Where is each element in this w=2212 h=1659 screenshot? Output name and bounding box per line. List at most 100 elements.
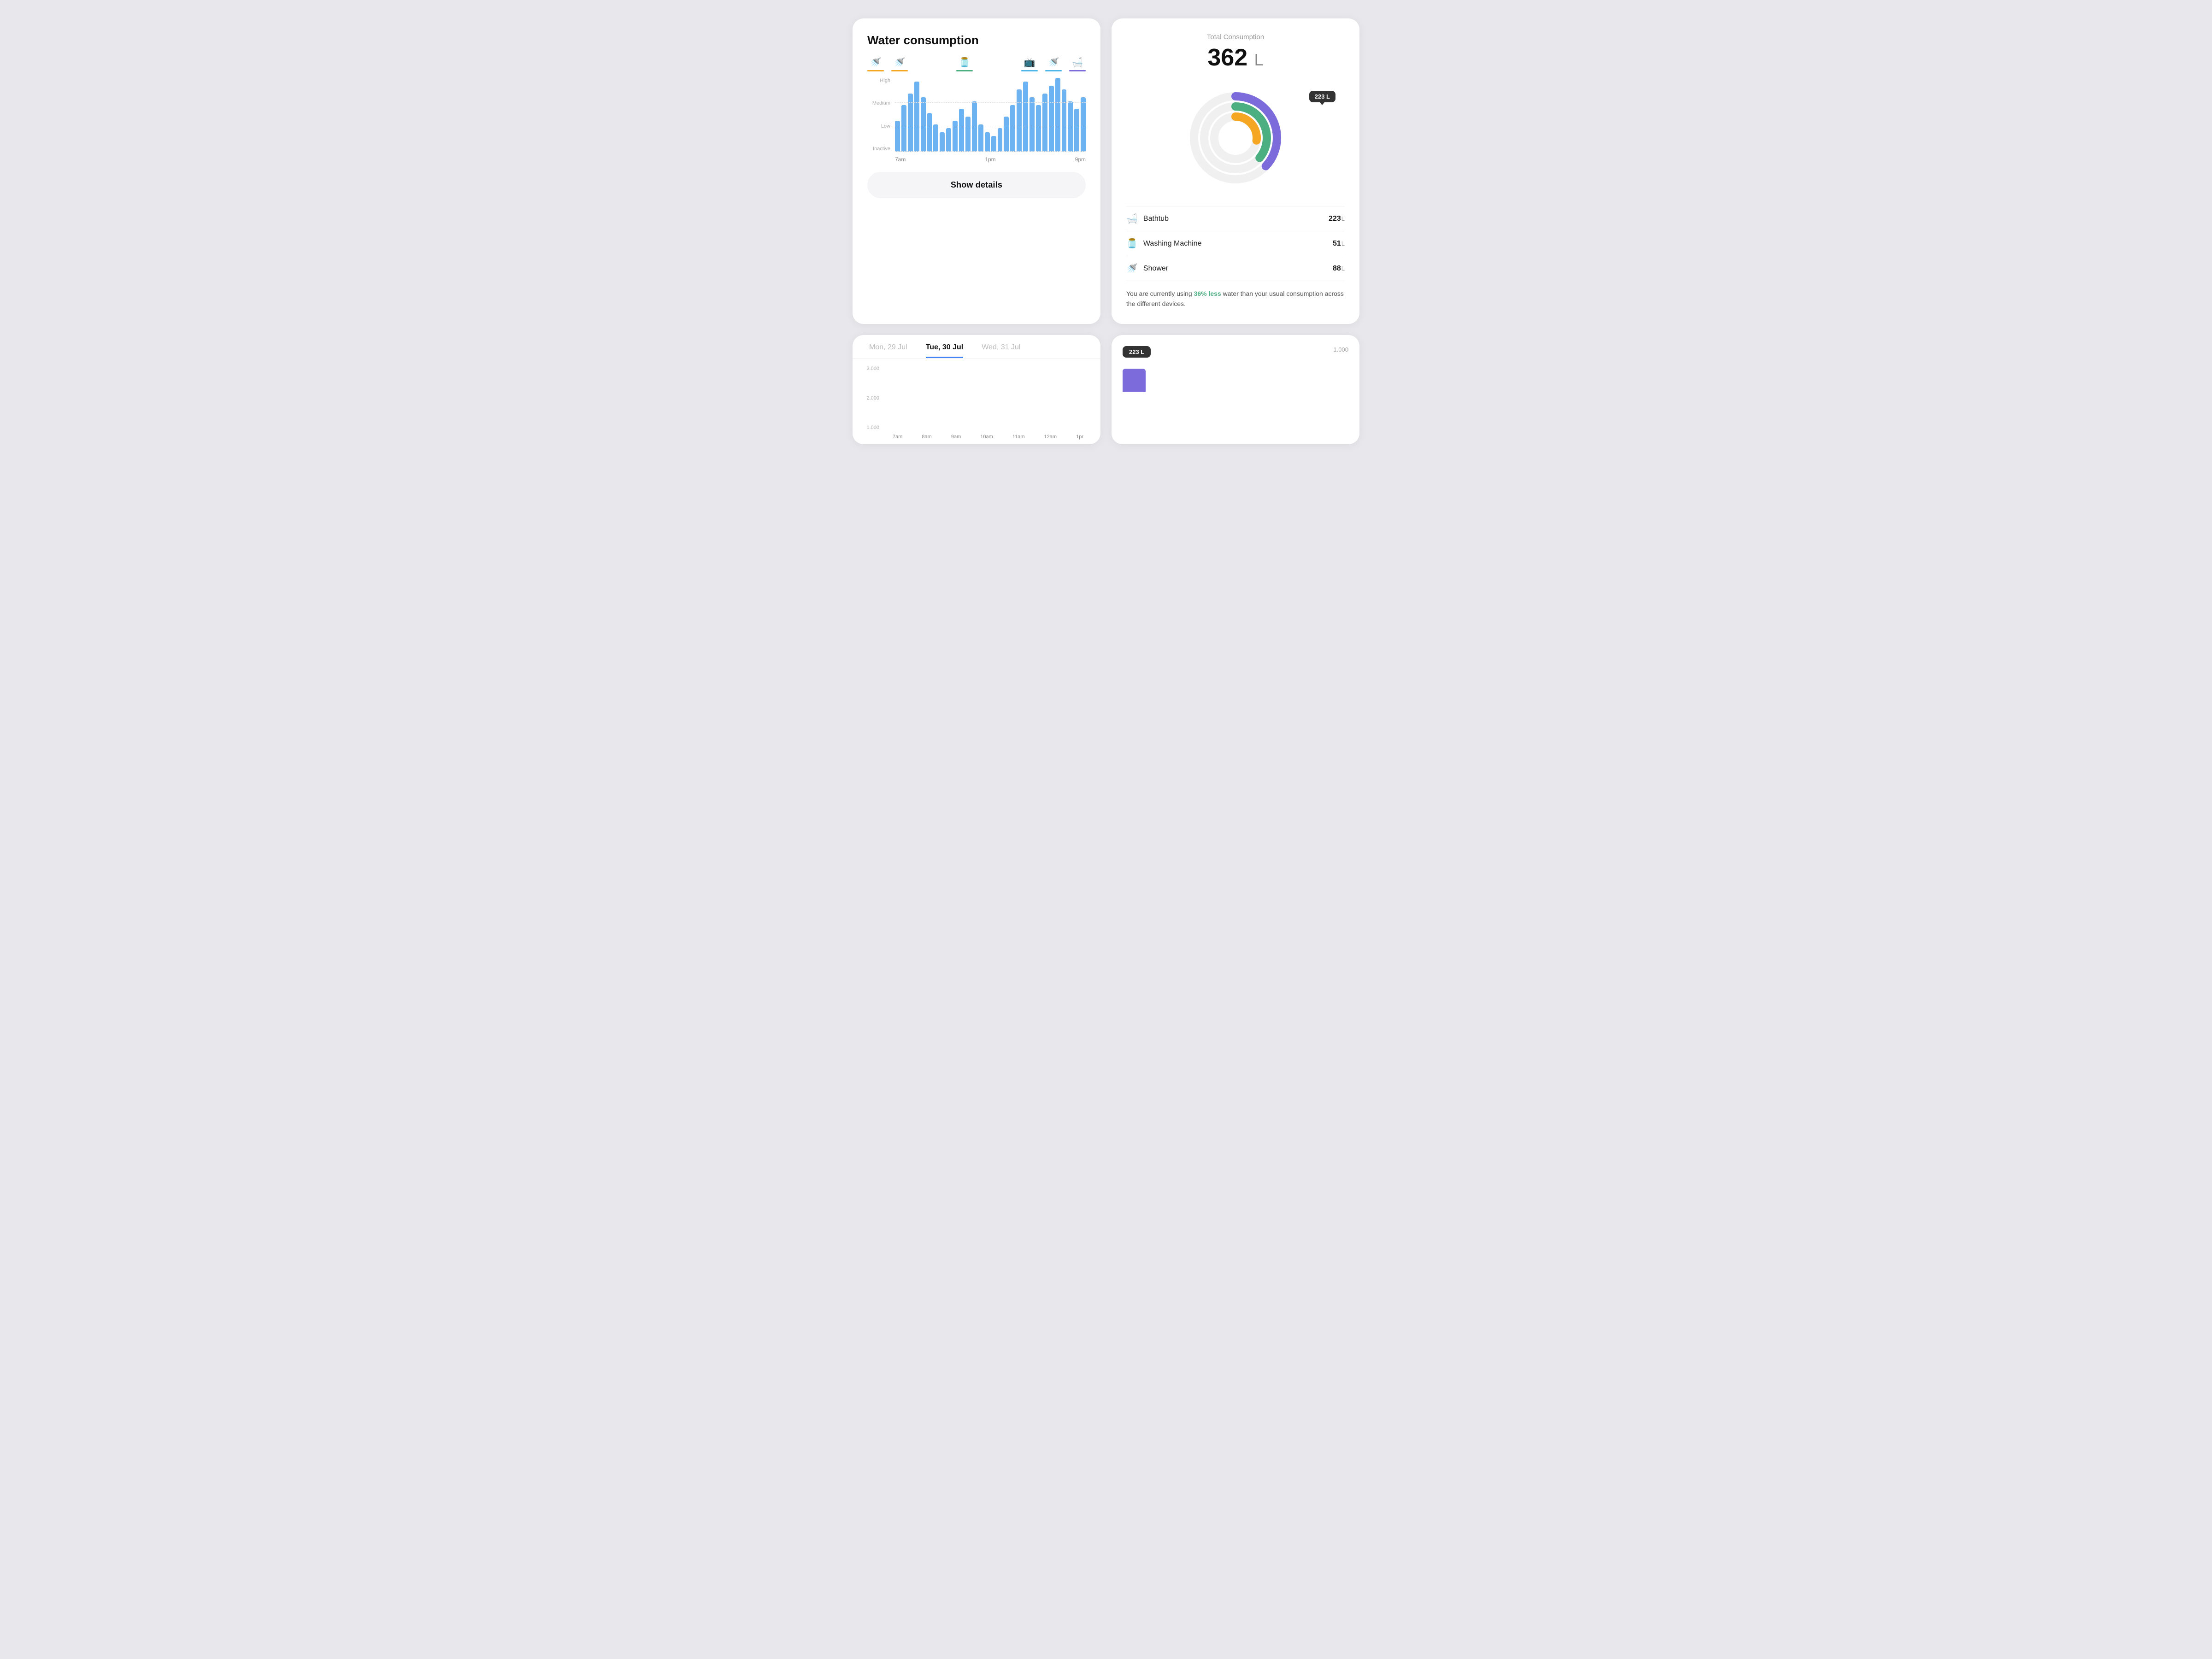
y-label-high: High <box>880 78 890 83</box>
y-1000: 1.000 <box>866 425 879 430</box>
total-consumption-card: Total Consumption 362 L 223 L <box>1112 18 1359 324</box>
bathtub-name: Bathtub <box>1143 215 1329 223</box>
water-bar <box>927 113 932 152</box>
water-bar <box>953 121 958 152</box>
device-washing: 🫙 <box>956 57 973 71</box>
tab-tue[interactable]: Tue, 30 Jul <box>917 335 973 358</box>
total-label: Total Consumption <box>1126 33 1345 41</box>
dashboard: Water consumption 🚿 🚿 🫙 📺 🚿 <box>853 18 1359 444</box>
shower-icon-1: 🚿 <box>870 57 882 68</box>
daily-tabs: Mon, 29 Jul Tue, 30 Jul Wed, 31 Jul <box>853 335 1100 359</box>
shower-icon-2: 🚿 <box>894 57 906 68</box>
bar-bathtub <box>1069 70 1086 71</box>
washing-value: 51 <box>1333 240 1341 248</box>
x-label-9pm: 9pm <box>1075 156 1086 163</box>
mini-card: 223 L 1.000 <box>1112 335 1359 444</box>
total-unit: L <box>1254 50 1264 69</box>
water-bar <box>901 105 906 152</box>
x-11am: 11am <box>1012 434 1025 440</box>
water-bar <box>1010 105 1015 152</box>
device-list: 🛁 Bathtub 223 L 🫙 Washing Machine 51 L 🚿… <box>1126 206 1345 281</box>
water-card-title: Water consumption <box>867 33 1086 47</box>
shower-list-icon: 🚿 <box>1126 263 1138 274</box>
water-bar <box>946 128 951 152</box>
x-label-1pm: 1pm <box>985 156 995 163</box>
list-item-washing: 🫙 Washing Machine 51 L <box>1126 231 1345 256</box>
shower-icon-3: 🚿 <box>1048 57 1059 68</box>
insight-text: You are currently using 36% less water t… <box>1126 288 1345 309</box>
water-bar <box>1017 89 1022 152</box>
water-bar <box>1030 97 1035 152</box>
water-bar <box>895 121 900 152</box>
water-bar <box>908 94 913 152</box>
donut-chart <box>1180 82 1291 193</box>
device-icon-row: 🚿 🚿 🫙 📺 🚿 🛁 <box>867 57 1086 71</box>
daily-chart-card: Mon, 29 Jul Tue, 30 Jul Wed, 31 Jul 3.00… <box>853 335 1100 444</box>
water-bar <box>1004 117 1009 152</box>
device-other-1: 📺 <box>1021 57 1038 71</box>
water-bar <box>991 136 996 152</box>
device-shower-2: 🚿 <box>891 57 908 71</box>
washing-unit: L <box>1341 240 1345 247</box>
bar-shower-1 <box>867 70 884 71</box>
water-bar <box>1074 109 1079 152</box>
x-label-7am: 7am <box>895 156 906 163</box>
insight-prefix: You are currently using <box>1126 290 1194 297</box>
bar-washing <box>956 70 973 71</box>
y-label-medium: Medium <box>872 100 890 106</box>
daily-x-labels: 7am 8am 9am 10am 11am 12am 1pr <box>860 434 1093 444</box>
washing-name: Washing Machine <box>1143 240 1333 248</box>
donut-chart-wrapper: 223 L <box>1126 82 1345 193</box>
chart-x-labels: 7am 1pm 9pm <box>867 156 1086 163</box>
shower-unit: L <box>1341 265 1345 272</box>
mini-tooltip: 223 L <box>1123 346 1151 358</box>
insight-highlight: 36% less <box>1194 290 1221 297</box>
water-bar <box>1062 89 1067 152</box>
water-bar <box>933 124 938 152</box>
bathtub-value: 223 <box>1329 215 1341 223</box>
bar-shower-2 <box>891 70 908 71</box>
mini-y-value: 1.000 <box>1333 346 1348 353</box>
bar-shower-3 <box>1045 70 1062 71</box>
device-bathtub: 🛁 <box>1069 57 1086 71</box>
water-bar <box>965 117 971 152</box>
x-1pm: 1pr <box>1076 434 1083 440</box>
daily-chart-body: 3.000 2.000 1.000 <box>853 359 1100 444</box>
daily-y-labels: 3.000 2.000 1.000 <box>860 366 883 430</box>
donut-tooltip: 223 L <box>1309 91 1335 102</box>
other-icon-1: 📺 <box>1024 57 1035 68</box>
x-9am: 9am <box>951 434 961 440</box>
bathtub-unit: L <box>1341 215 1345 222</box>
washing-icon: 🫙 <box>959 57 971 68</box>
list-item-bathtub: 🛁 Bathtub 223 L <box>1126 206 1345 231</box>
water-bar <box>1055 78 1060 152</box>
tab-mon[interactable]: Mon, 29 Jul <box>860 335 917 358</box>
shower-name: Shower <box>1143 265 1333 273</box>
chart-y-labels: High Medium Low Inactive <box>867 78 895 152</box>
washing-list-icon: 🫙 <box>1126 238 1138 249</box>
mini-bar-purple <box>1123 369 1146 392</box>
y-2000: 2.000 <box>866 395 879 401</box>
water-bar <box>959 109 964 152</box>
water-bar <box>914 82 919 152</box>
y-3000: 3.000 <box>866 366 879 371</box>
water-bar <box>1049 86 1054 152</box>
water-bar <box>1023 82 1028 152</box>
daily-chart-area: 3.000 2.000 1.000 <box>860 366 1093 430</box>
x-8am: 8am <box>922 434 931 440</box>
water-bar <box>940 132 945 152</box>
water-bar <box>1036 105 1041 152</box>
show-details-button[interactable]: Show details <box>867 172 1086 198</box>
water-chart-area: High Medium Low Inactive <box>867 78 1086 152</box>
y-label-low: Low <box>881 124 890 129</box>
water-consumption-card: Water consumption 🚿 🚿 🫙 📺 🚿 <box>853 18 1100 324</box>
mini-bars <box>1123 364 1348 392</box>
device-shower-3: 🚿 <box>1045 57 1062 71</box>
water-bar <box>1081 97 1086 152</box>
tab-wed[interactable]: Wed, 31 Jul <box>972 335 1030 358</box>
water-bar <box>1042 94 1047 152</box>
water-bar <box>978 124 983 152</box>
x-7am: 7am <box>893 434 902 440</box>
grid-line-bottom <box>895 151 1086 152</box>
y-label-inactive: Inactive <box>873 146 890 152</box>
